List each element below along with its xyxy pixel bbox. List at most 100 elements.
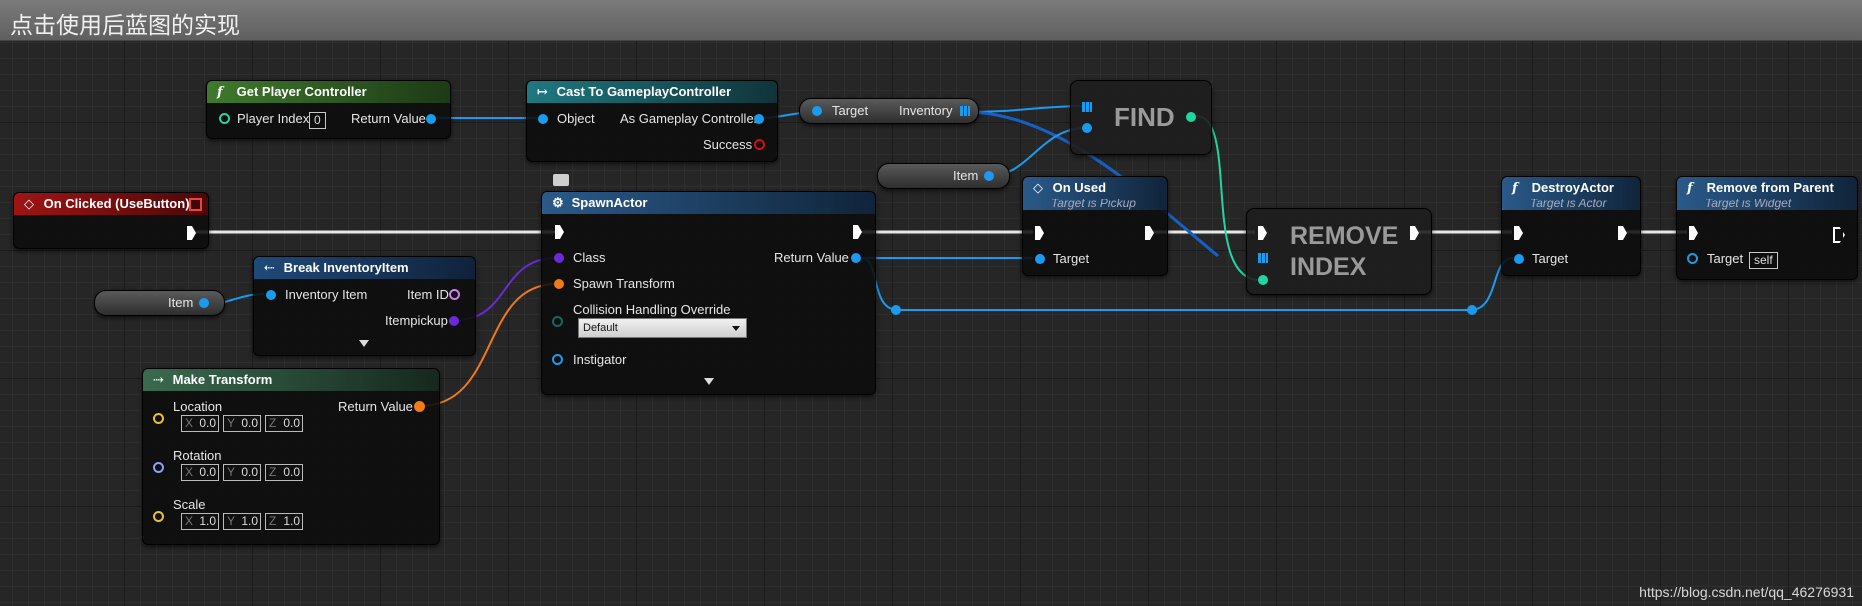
collision-override-dropdown[interactable]: Default	[578, 318, 747, 338]
success-pin[interactable]	[754, 139, 765, 150]
target-pin[interactable]	[1687, 253, 1698, 264]
comment-bubble-icon[interactable]	[553, 174, 569, 186]
function-icon: f	[1687, 181, 1693, 196]
node-header: ⇢ Make Transform	[143, 369, 439, 391]
node-title: On Used	[1052, 180, 1107, 195]
as-controller-label: As Gameplay Controller	[620, 111, 758, 126]
inventory-item-label: Inventory Item	[285, 287, 368, 302]
target-pin[interactable]	[1514, 254, 1524, 264]
return-value-label: Return Value	[351, 111, 426, 126]
remove-index-node[interactable]: REMOVE INDEX	[1246, 208, 1432, 295]
player-index-field[interactable]: 0	[309, 112, 326, 129]
target-label: Target	[1532, 251, 1569, 266]
blueprint-graph[interactable]: 点击使用后蓝图的实现 f Get Player Controller Playe…	[0, 0, 1862, 606]
node-title: Get Player Controller	[236, 84, 367, 99]
chevron-down-icon	[732, 326, 740, 331]
item-out-pin[interactable]	[199, 298, 209, 308]
item-id-label: Item ID	[407, 287, 449, 302]
item-label: Item	[953, 168, 979, 183]
array-in-pin[interactable]	[1258, 253, 1268, 263]
return-value-pin[interactable]	[851, 253, 861, 263]
item-in-pin[interactable]	[1082, 123, 1092, 133]
inventory-item-pin[interactable]	[266, 290, 276, 300]
collision-override-label: Collision Handling Override	[573, 302, 731, 317]
class-pin[interactable]	[554, 253, 564, 263]
event-icon: ◇	[1033, 181, 1043, 196]
instigator-pin[interactable]	[552, 354, 563, 365]
expand-arrow-icon[interactable]	[359, 340, 369, 347]
success-label: Success	[703, 137, 753, 152]
as-controller-pin[interactable]	[754, 114, 764, 124]
destroy-actor-node[interactable]: f DestroyActor Target is Actor Target	[1501, 176, 1641, 276]
spawn-transform-pin[interactable]	[554, 279, 564, 289]
node-header: ◇ On Used	[1023, 177, 1167, 199]
exec-out-pin[interactable]	[1833, 227, 1845, 243]
itempickup-label: Itempickup	[385, 313, 448, 328]
remove-label: REMOVE	[1290, 222, 1399, 250]
object-pin[interactable]	[538, 114, 548, 124]
itempickup-pin[interactable]	[449, 316, 459, 326]
item-variable-node[interactable]: Item	[877, 163, 1010, 189]
return-value-label: Return Value	[338, 399, 413, 414]
return-value-pin[interactable]	[426, 114, 436, 124]
item-id-pin[interactable]	[449, 289, 460, 300]
item-variable-node[interactable]: Item	[94, 290, 225, 316]
scale-label: Scale	[173, 497, 206, 512]
scale-pin[interactable]	[153, 511, 164, 522]
object-wire	[965, 105, 1087, 113]
remove-from-parent-node[interactable]: f Remove from Parent Target is Widget Ta…	[1676, 176, 1858, 280]
node-title: On Clicked (UseButton)	[43, 196, 190, 211]
dropdown-value: Default	[583, 322, 618, 334]
expand-arrow-icon[interactable]	[704, 378, 714, 385]
target-pin[interactable]	[1035, 254, 1045, 264]
rotation-rotator-field[interactable]: X 0.0 Y 0.0 Z 0.0	[181, 464, 307, 481]
location-vector-field[interactable]: X 0.0 Y 0.0 Z 0.0	[181, 415, 307, 432]
watermark: https://blog.csdn.net/qq_46276931	[1639, 584, 1854, 600]
collision-override-pin[interactable]	[552, 316, 563, 327]
target-self-field[interactable]: self	[1749, 252, 1778, 269]
make-transform-node[interactable]: ⇢ Make Transform Location Return Value X…	[142, 368, 440, 545]
rotation-label: Rotation	[173, 448, 222, 463]
function-icon: f	[217, 85, 223, 100]
node-header: f Get Player Controller	[207, 81, 450, 103]
node-header: ⚙ SpawnActor	[542, 192, 875, 214]
scale-vector-field[interactable]: X 1.0 Y 1.0 Z 1.0	[181, 513, 307, 530]
target-pin[interactable]	[812, 106, 822, 116]
make-struct-icon: ⇢	[153, 373, 164, 388]
array-pin[interactable]	[960, 106, 970, 116]
find-label: FIND	[1114, 102, 1175, 132]
spawn-icon: ⚙	[552, 196, 564, 211]
array-in-pin[interactable]	[1082, 102, 1092, 112]
node-header: f Remove from Parent	[1677, 177, 1857, 199]
cast-to-gameplay-controller-node[interactable]: ↦ Cast To GameplayController Object As G…	[526, 80, 778, 162]
get-player-controller-node[interactable]: f Get Player Controller Player Index 0 R…	[206, 80, 451, 139]
index-out-pin[interactable]	[1186, 112, 1196, 122]
break-inventory-item-node[interactable]: ⇠ Break InventoryItem Inventory Item Ite…	[253, 256, 476, 356]
event-icon: ◇	[24, 197, 34, 212]
index-in-pin[interactable]	[1258, 275, 1268, 285]
node-header: ◇ On Clicked (UseButton)	[14, 193, 208, 215]
node-title: Make Transform	[172, 372, 273, 387]
inventory-getter-node[interactable]: Target Inventory	[799, 98, 979, 124]
node-title: SpawnActor	[571, 195, 648, 210]
on-used-node[interactable]: ◇ On Used Target is Pickup Target	[1022, 176, 1168, 276]
break-struct-icon: ⇠	[264, 261, 275, 276]
node-title: Break InventoryItem	[283, 260, 409, 275]
rotation-pin[interactable]	[153, 462, 164, 473]
player-index-pin[interactable]	[219, 113, 230, 124]
object-label: Object	[557, 111, 595, 126]
item-out-pin[interactable]	[984, 171, 994, 181]
location-pin[interactable]	[153, 413, 164, 424]
node-title: DestroyActor	[1531, 180, 1614, 195]
cast-icon: ↦	[537, 85, 548, 100]
function-icon: f	[1512, 181, 1518, 196]
reroute-knot	[891, 305, 901, 315]
on-clicked-event-node[interactable]: ◇ On Clicked (UseButton)	[13, 192, 209, 249]
find-node[interactable]: FIND	[1070, 80, 1212, 155]
event-delegate-icon	[189, 198, 202, 211]
spawn-actor-node[interactable]: ⚙ SpawnActor Class Return Value Spawn Tr…	[541, 191, 876, 395]
node-header: f DestroyActor	[1502, 177, 1640, 199]
spawn-transform-label: Spawn Transform	[573, 276, 675, 291]
return-value-pin[interactable]	[414, 401, 425, 412]
item-label: Item	[168, 295, 194, 310]
